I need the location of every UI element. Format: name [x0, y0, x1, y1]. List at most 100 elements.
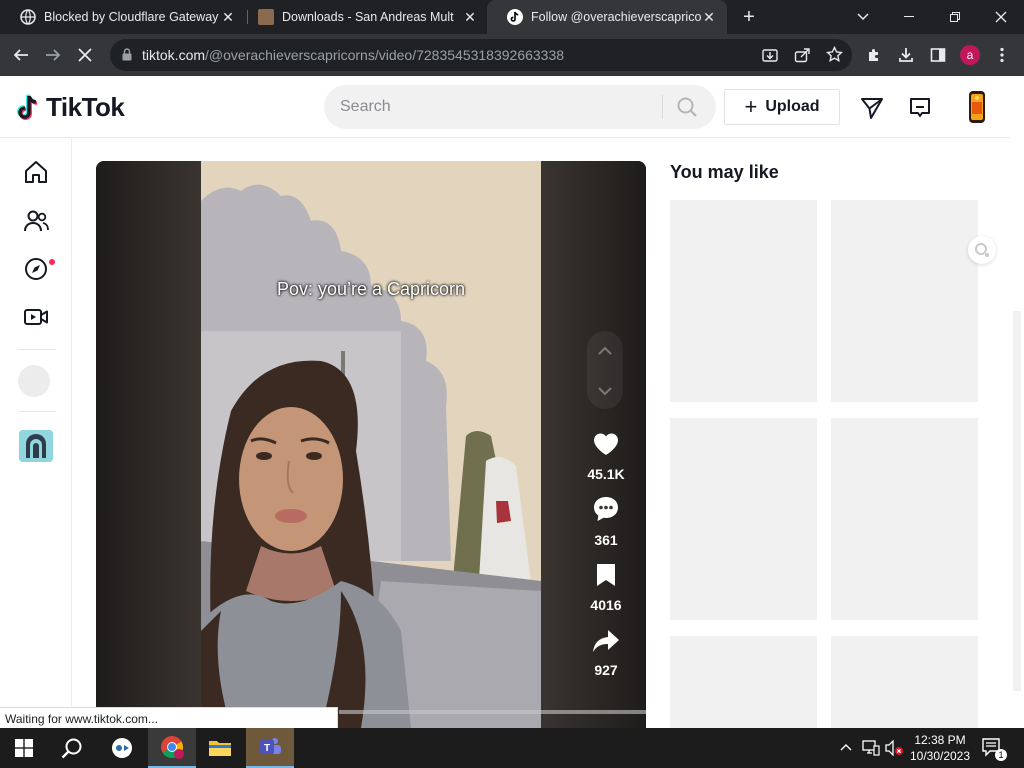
share-arrow-icon[interactable]	[592, 629, 620, 653]
nav-following-icon[interactable]	[22, 207, 50, 235]
comment-action[interactable]: 361	[576, 495, 636, 548]
nav-explore-compass-icon[interactable]	[22, 255, 50, 283]
video-player[interactable]: Pov: you’re a Capricorn 45.1K 361 4016 9…	[96, 161, 646, 728]
address-bar[interactable]: tiktok.com/@overachieverscapricorns/vide…	[110, 39, 852, 71]
page-scrollbar[interactable]	[1010, 76, 1024, 728]
file-explorer-icon[interactable]	[196, 728, 244, 768]
suggested-video-card[interactable]	[831, 636, 978, 728]
browser-toolbar: tiktok.com/@overachieverscapricorns/vide…	[0, 34, 1024, 76]
globe-icon	[20, 9, 36, 25]
minimize-button[interactable]	[886, 0, 932, 34]
plus-icon: +	[744, 94, 758, 119]
restore-button[interactable]	[932, 0, 978, 34]
share-icon[interactable]	[794, 47, 810, 68]
search-bar	[324, 85, 716, 129]
tiktok-favicon-icon	[507, 9, 523, 25]
video-caption: Pov: you’re a Capricorn	[276, 279, 466, 299]
like-action[interactable]: 45.1K	[576, 431, 636, 482]
close-tab-icon[interactable]: ✕	[701, 9, 717, 25]
video-frame[interactable]: Pov: you’re a Capricorn	[201, 161, 541, 728]
chrome-taskbar-icon[interactable]	[148, 728, 196, 768]
save-action[interactable]: 4016	[576, 562, 636, 613]
new-tab-button[interactable]: +	[738, 6, 760, 28]
bookmark-star-icon[interactable]	[826, 45, 843, 68]
suggested-video-card[interactable]	[670, 200, 817, 402]
upload-button[interactable]: + Upload	[724, 89, 840, 125]
tab-blocked-cloudflare[interactable]: Blocked by Cloudflare Gateway ✕	[0, 0, 246, 34]
video-nav-arrows	[587, 331, 623, 409]
profile-avatar[interactable]: a	[960, 45, 980, 65]
url-host: tiktok.com	[142, 47, 206, 63]
extensions-puzzle-icon[interactable]	[861, 42, 887, 68]
search-icon[interactable]	[676, 96, 698, 123]
nav-divider	[18, 411, 56, 412]
nav-home-icon[interactable]	[22, 158, 50, 186]
url-text: tiktok.com/@overachieverscapricorns/vide…	[142, 47, 564, 63]
nav-divider	[18, 349, 56, 350]
creator-tools-avatar[interactable]	[19, 430, 53, 462]
stop-loading-button[interactable]	[72, 42, 98, 68]
scrollbar-thumb[interactable]	[1013, 311, 1021, 691]
forward-button[interactable]	[40, 42, 66, 68]
close-tab-icon[interactable]: ✕	[462, 9, 478, 25]
tab-title: Blocked by Cloudflare Gateway	[44, 10, 219, 24]
tray-chevron-up-icon[interactable]	[840, 740, 852, 754]
suggested-video-card[interactable]	[831, 418, 978, 620]
avatar-placeholder[interactable]	[18, 365, 50, 397]
url-path: /@overachieverscapricorns/video/72835453…	[205, 47, 565, 63]
close-tab-icon[interactable]: ✕	[220, 9, 236, 25]
nav-live-icon[interactable]	[22, 303, 50, 331]
browser-tab-strip: Blocked by Cloudflare Gateway ✕ Download…	[0, 0, 1024, 34]
tab-search-chevron-icon[interactable]	[840, 0, 886, 34]
chrome-menu-icon[interactable]	[989, 42, 1015, 68]
profile-avatar[interactable]	[964, 90, 990, 124]
volume-muted-icon[interactable]	[884, 739, 904, 759]
suggested-video-card[interactable]	[670, 418, 817, 620]
heart-icon[interactable]	[592, 431, 620, 457]
comment-bubble-icon[interactable]	[592, 495, 620, 523]
bookmark-icon[interactable]	[595, 562, 617, 588]
save-count: 4016	[590, 597, 622, 613]
windows-start-icon[interactable]	[0, 728, 48, 768]
tab-downloads-samp[interactable]: Downloads - San Andreas Multip ✕	[238, 0, 488, 34]
close-window-button[interactable]	[978, 0, 1024, 34]
browser-status-bubble: Waiting for www.tiktok.com...	[0, 707, 338, 728]
like-count: 45.1K	[587, 466, 625, 482]
lock-icon[interactable]	[122, 48, 132, 66]
back-button[interactable]	[8, 42, 34, 68]
tiktok-note-icon	[17, 93, 38, 120]
share-action[interactable]: 927	[576, 629, 636, 678]
cortana-meet-icon[interactable]	[98, 728, 146, 768]
notification-count-badge: 1	[995, 749, 1007, 761]
suggested-video-card[interactable]	[670, 636, 817, 728]
suggested-video-card[interactable]	[831, 200, 978, 402]
side-panel-icon[interactable]	[925, 42, 951, 68]
video-progress-bar[interactable]	[339, 710, 646, 714]
chevron-down-icon[interactable]	[597, 383, 613, 401]
tab-title: Follow @overachieverscapricorn	[531, 10, 701, 24]
search-input[interactable]	[340, 96, 650, 118]
tiktok-logo[interactable]: TikTok	[16, 92, 125, 123]
tab-tiktok-active[interactable]: Follow @overachieverscapricorn ✕	[487, 0, 727, 34]
player-backdrop-left	[96, 161, 201, 728]
search-divider	[662, 95, 663, 119]
you-may-like-heading: You may like	[670, 162, 779, 182]
clock-time: 12:38 PM	[914, 733, 966, 747]
messages-send-icon[interactable]	[860, 96, 884, 120]
downloads-icon[interactable]	[893, 42, 919, 68]
taskbar-clock[interactable]: 12:38 PM 10/30/2023	[906, 732, 974, 764]
site-favicon-icon	[258, 9, 274, 25]
tab-title: Downloads - San Andreas Multip	[282, 10, 454, 24]
install-app-icon[interactable]	[762, 47, 778, 68]
tiktok-header: TikTok + Upload	[0, 76, 1010, 138]
taskbar-search-icon[interactable]	[48, 728, 96, 768]
chevron-up-icon[interactable]	[597, 343, 613, 361]
share-count: 927	[594, 662, 618, 678]
inbox-icon[interactable]	[908, 96, 932, 120]
teams-taskbar-icon[interactable]: T	[246, 728, 294, 768]
svg-text:T: T	[264, 743, 270, 754]
logo-wordmark: TikTok	[46, 92, 125, 122]
notification-dot	[49, 259, 55, 265]
left-navigation	[0, 138, 72, 728]
network-icon[interactable]	[862, 740, 880, 759]
